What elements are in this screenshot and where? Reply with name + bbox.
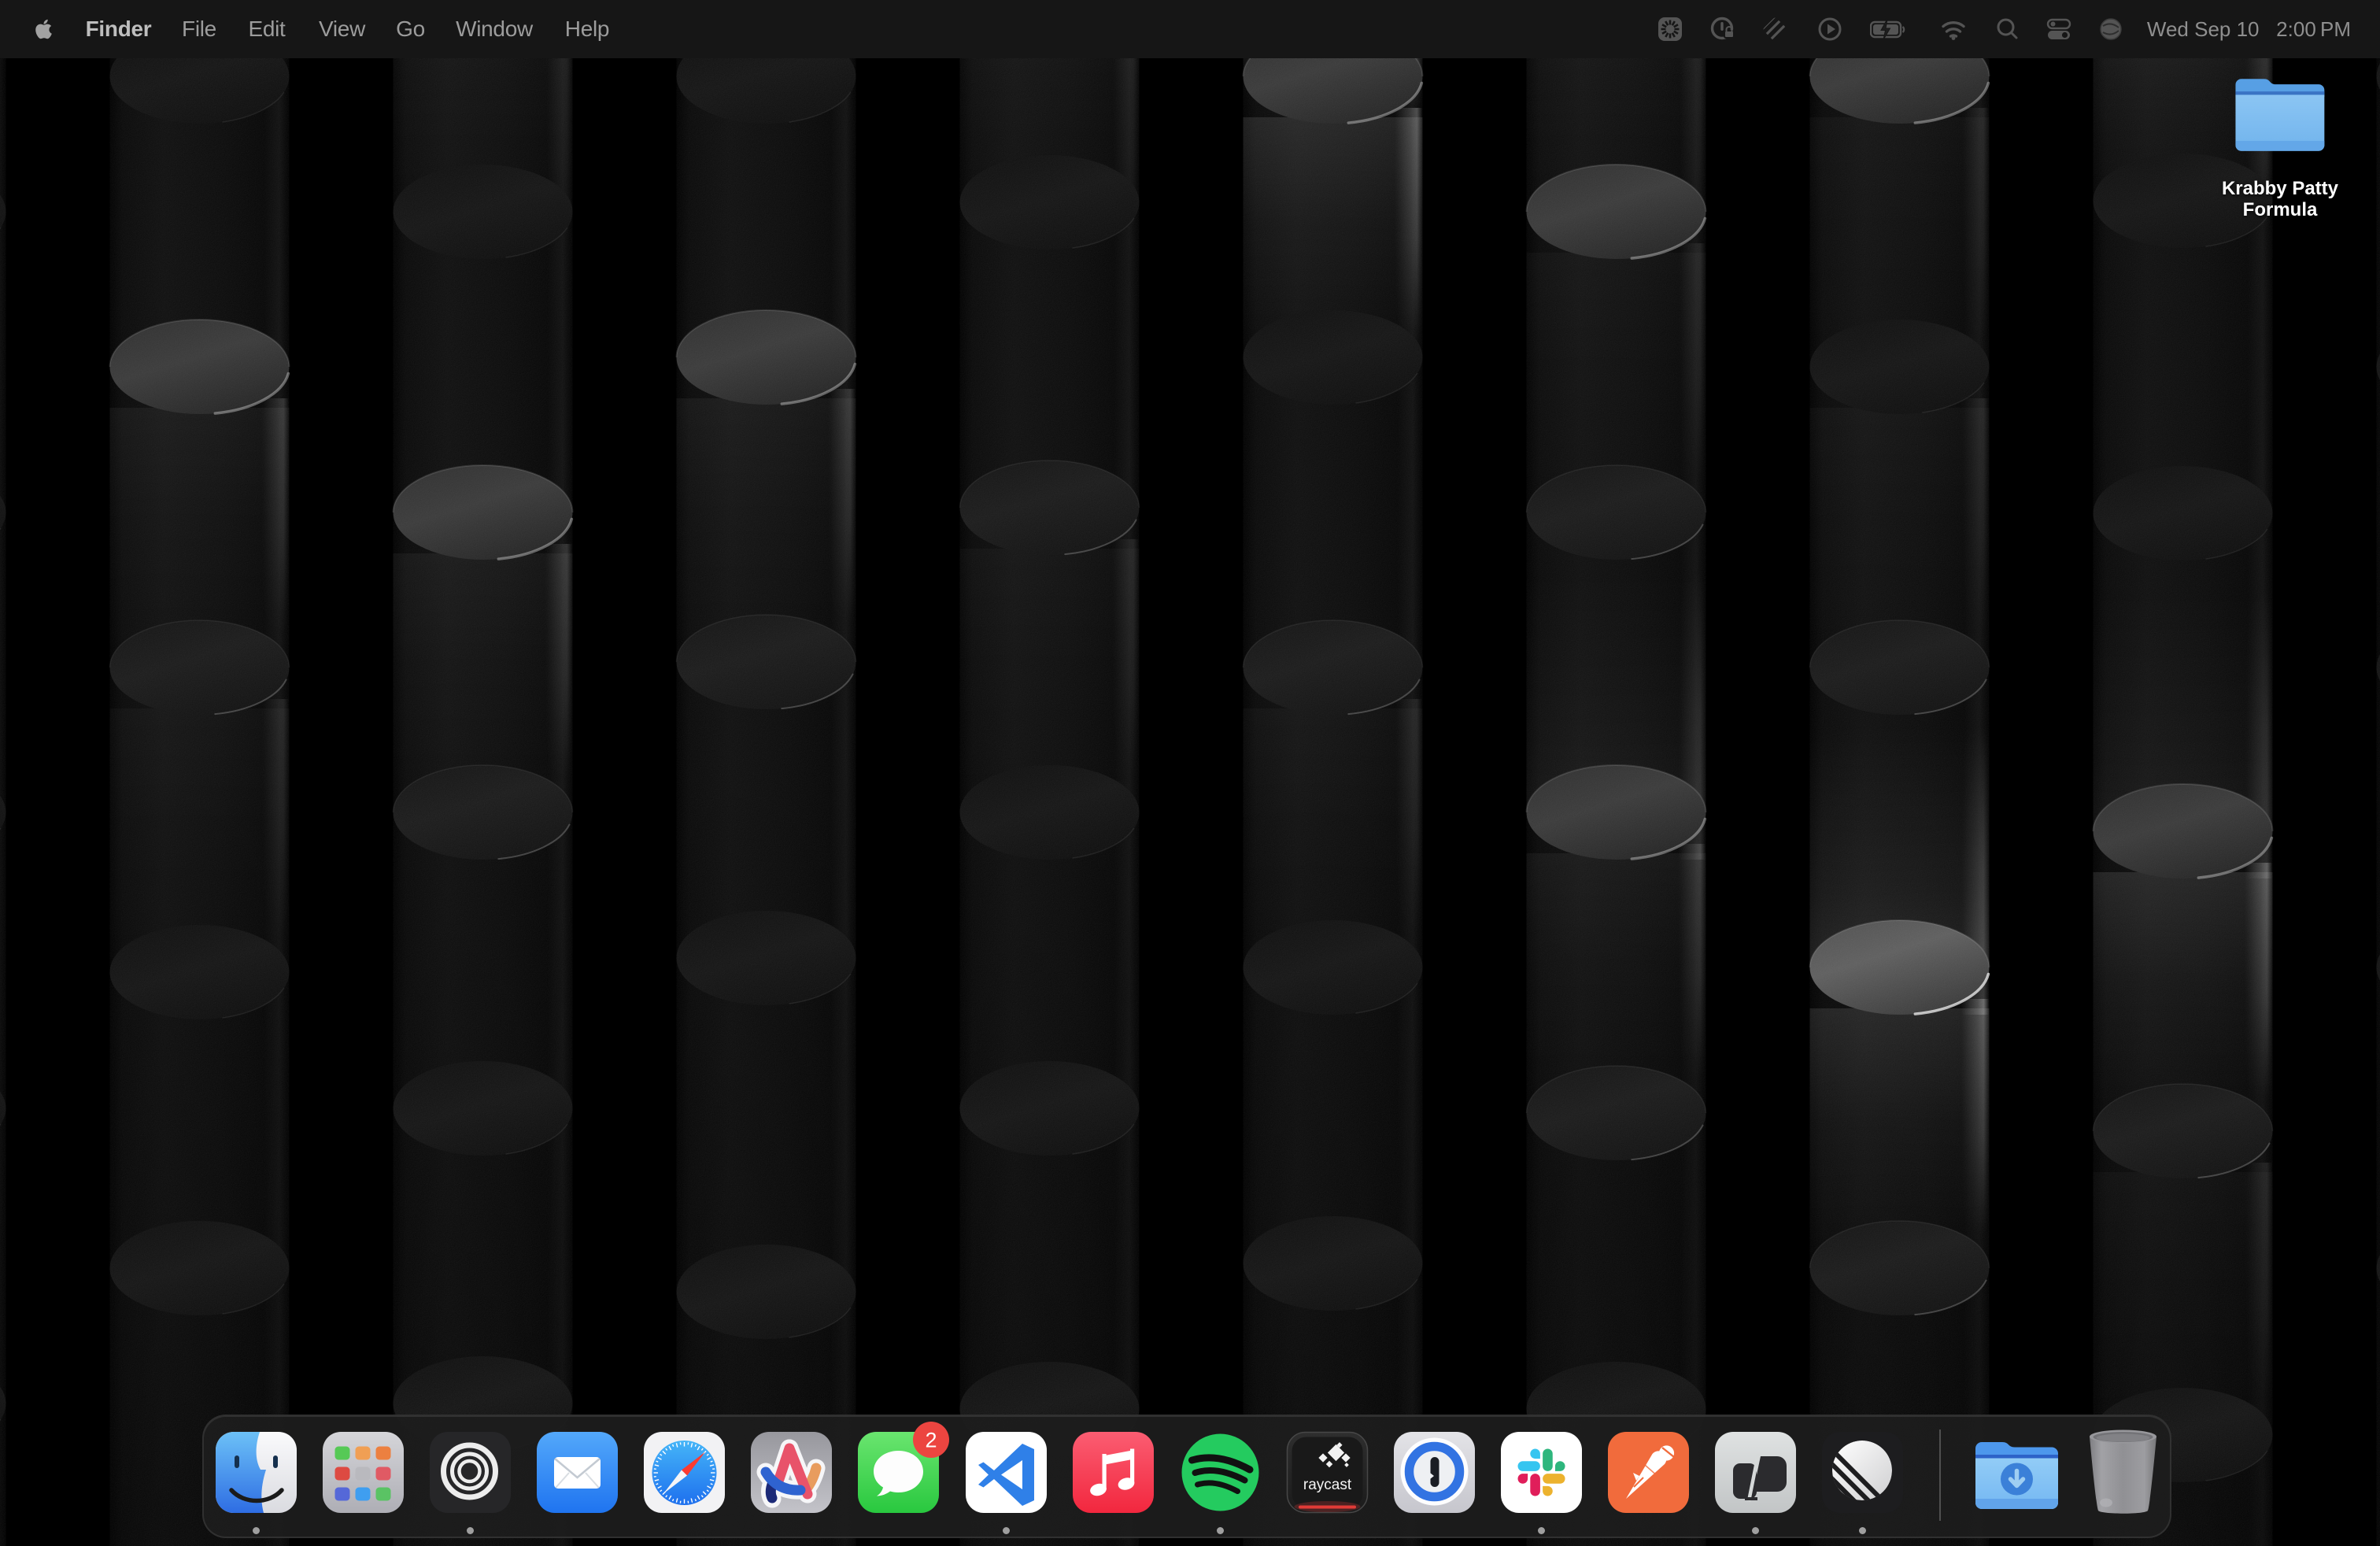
svg-text:raycast: raycast [1303, 1477, 1352, 1493]
svg-text:2: 2 [926, 1429, 937, 1452]
